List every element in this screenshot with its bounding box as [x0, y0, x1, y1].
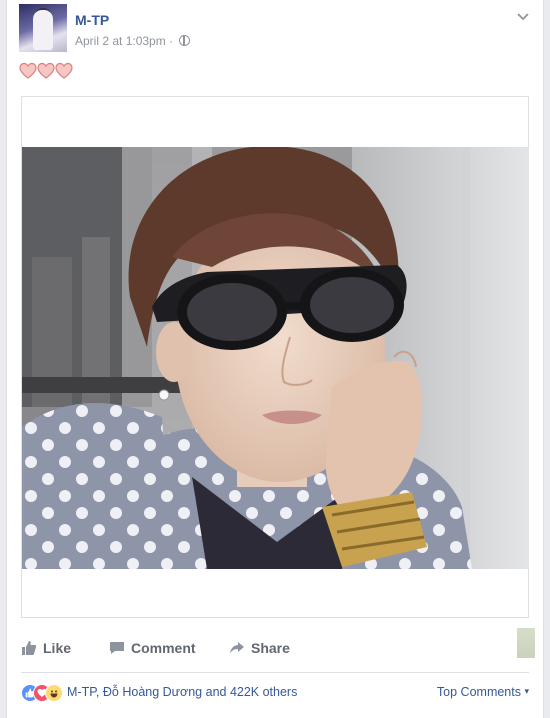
caret-down-icon: ▾ [524, 686, 529, 696]
haha-reaction-icon [45, 684, 63, 702]
like-button[interactable]: Like [21, 640, 71, 656]
share-icon [230, 642, 244, 654]
like-label: Like [43, 640, 72, 656]
post-actions: Like Comment Share [21, 636, 529, 664]
reactions-bar: M-TP, Đỗ Hoàng Dương and 422K others Top… [21, 684, 537, 704]
chevron-down-icon[interactable] [517, 12, 529, 22]
globe-icon[interactable] [179, 35, 191, 46]
share-button[interactable]: Share [229, 640, 290, 656]
top-comments-label: Top Comments [436, 685, 521, 699]
post-photo[interactable] [22, 147, 529, 569]
post-caption [19, 62, 73, 85]
share-label: Share [251, 640, 290, 656]
comment-icon [110, 642, 124, 654]
comment-button[interactable]: Comment [109, 640, 196, 656]
post-header: M-TP April 2 at 1:03pm · [19, 4, 529, 54]
heart-icon [19, 62, 73, 79]
post-card: M-TP April 2 at 1:03pm · Like Comment Sh… [6, 0, 544, 718]
meta-separator: · [169, 34, 174, 48]
post-timestamp[interactable]: April 2 at 1:03pm [75, 34, 166, 48]
watermark-image [517, 628, 535, 658]
photo-image [22, 147, 529, 569]
comment-label: Comment [131, 640, 196, 656]
post-media [21, 96, 529, 618]
thumbs-up-icon [22, 641, 37, 655]
author-name[interactable]: M-TP [75, 12, 109, 28]
reaction-icons[interactable] [21, 684, 69, 702]
top-comments-dropdown[interactable]: Top Comments ▾ [437, 685, 529, 699]
actions-divider [21, 672, 529, 673]
post-meta: April 2 at 1:03pm · [75, 34, 191, 48]
author-avatar[interactable] [19, 4, 67, 52]
reactions-summary[interactable]: M-TP, Đỗ Hoàng Dương and 422K others [67, 685, 297, 699]
